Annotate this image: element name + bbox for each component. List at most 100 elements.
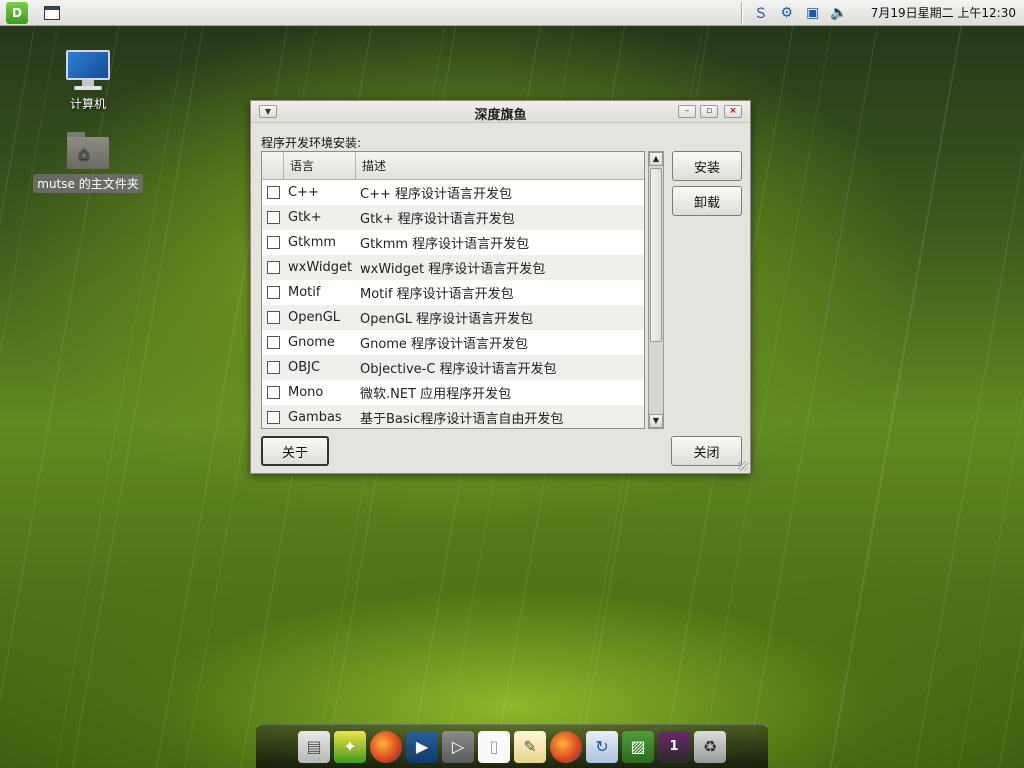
desktop-icon-home-folder[interactable]: ⌂ mutse 的主文件夹 — [28, 130, 148, 193]
row-checkbox-cell — [262, 186, 284, 199]
minimize-icon[interactable]: – — [678, 105, 696, 118]
row-language: Motif — [288, 285, 321, 300]
trash-icon[interactable]: ♻ — [694, 730, 726, 763]
scroll-down-icon[interactable]: ▼ — [649, 414, 663, 428]
maximize-icon[interactable]: ▫ — [700, 105, 718, 118]
package-table: 语言 描述 C++ C++ 程序设计语言开发包 Gtk+ Gtk+ 程序设计语言开发包… — [261, 151, 645, 429]
row-language: Gtkmm — [288, 235, 337, 250]
home-folder-icon: ⌂ — [65, 130, 111, 170]
row-description: wxWidget 程序设计语言开发包 — [360, 262, 546, 277]
row-checkbox[interactable] — [266, 336, 280, 349]
scroll-up-icon[interactable]: ▲ — [649, 152, 663, 166]
about-button[interactable]: 关于 — [261, 436, 329, 466]
row-checkbox[interactable] — [266, 211, 280, 224]
row-checkbox-cell — [262, 361, 284, 374]
row-language: Mono — [288, 385, 324, 400]
volume-icon[interactable]: 🔈 — [829, 4, 849, 22]
table-row[interactable]: OpenGL OpenGL 程序设计语言开发包 — [262, 305, 644, 330]
section-label: 程序开发环境安装: — [261, 136, 362, 150]
row-checkbox[interactable] — [266, 186, 280, 199]
table-row[interactable]: Gambas 基于Basic程序设计语言自由开发包 — [262, 405, 644, 428]
table-row[interactable]: Gtk+ Gtk+ 程序设计语言开发包 — [262, 205, 644, 230]
row-language: Gnome — [288, 335, 335, 350]
row-description: C++ 程序设计语言开发包 — [360, 187, 512, 202]
row-language: Gambas — [288, 410, 342, 425]
table-row[interactable]: OBJC Objective-C 程序设计语言开发包 — [262, 355, 644, 380]
row-description: Gtkmm 程序设计语言开发包 — [360, 237, 530, 252]
header-description[interactable]: 描述 — [356, 152, 644, 179]
table-row[interactable]: wxWidget wxWidget 程序设计语言开发包 — [262, 255, 644, 280]
files-icon[interactable]: ▤ — [298, 730, 330, 763]
dock: ▤ ✦ ▶ ▷ ▯ ✎ ↻ ▨ 1 ♻ — [256, 724, 768, 768]
row-description: Motif 程序设计语言开发包 — [360, 287, 514, 302]
computer-icon — [64, 48, 112, 92]
row-description: Gtk+ 程序设计语言开发包 — [360, 212, 515, 227]
uninstall-button[interactable]: 卸载 — [672, 186, 742, 216]
deepin-icon[interactable]: ✦ — [334, 730, 366, 763]
row-language: C++ — [288, 185, 319, 200]
skype-icon[interactable]: Ｓ — [751, 4, 771, 22]
table-row[interactable]: Motif Motif 程序设计语言开发包 — [262, 280, 644, 305]
dialog-title: 深度旗鱼 — [474, 108, 527, 123]
install-button[interactable]: 安装 — [672, 151, 742, 181]
top-panel: D Ｓ ⚙ ▣ 🔈 7月19日星期二 上午12:30 — [0, 0, 1024, 26]
row-language: OBJC — [288, 360, 321, 375]
header-checkbox-column[interactable] — [262, 152, 284, 179]
row-checkbox-cell — [262, 286, 284, 299]
desktop-icon-computer[interactable]: 计算机 — [28, 48, 148, 113]
table-row[interactable]: Gtkmm Gtkmm 程序设计语言开发包 — [262, 230, 644, 255]
header-language[interactable]: 语言 — [284, 152, 356, 179]
row-checkbox[interactable] — [266, 386, 280, 399]
scroll-thumb[interactable] — [650, 168, 662, 342]
display-icon[interactable]: ▣ — [803, 4, 823, 22]
text-editor-icon[interactable]: ✎ — [514, 730, 546, 763]
close-button[interactable]: 关闭 — [671, 436, 742, 466]
deepin-menu-icon[interactable]: D — [6, 1, 28, 24]
row-checkbox[interactable] — [266, 361, 280, 374]
workspace-icon[interactable]: 1 — [658, 730, 690, 763]
row-checkbox-cell — [262, 386, 284, 399]
row-language: wxWidget — [288, 260, 353, 275]
row-checkbox-cell — [262, 336, 284, 349]
row-description: Objective-C 程序设计语言开发包 — [360, 362, 557, 377]
row-checkbox[interactable] — [266, 261, 280, 274]
resize-grip[interactable] — [738, 461, 748, 471]
table-row[interactable]: Mono 微软.NET 应用程序开发包 — [262, 380, 644, 405]
table-body: C++ C++ 程序设计语言开发包 Gtk+ Gtk+ 程序设计语言开发包 Gtkmm G… — [262, 180, 644, 428]
row-language: OpenGL — [288, 310, 341, 325]
desktop-icon-label: mutse 的主文件夹 — [33, 174, 143, 193]
row-checkbox-cell — [262, 236, 284, 249]
row-checkbox-cell — [262, 411, 284, 424]
show-desktop-icon[interactable] — [44, 5, 60, 20]
network-icon[interactable]: ⚙ — [777, 4, 797, 22]
table-scrollbar[interactable]: ▲ ▼ — [648, 151, 664, 429]
document-icon[interactable]: ▯ — [478, 730, 510, 763]
row-checkbox[interactable] — [266, 311, 280, 324]
row-checkbox[interactable] — [266, 411, 280, 424]
firefox-icon[interactable] — [550, 730, 582, 763]
close-icon[interactable]: × — [724, 105, 742, 118]
clock[interactable]: 7月19日星期二 上午12:30 — [857, 4, 1024, 21]
row-description: 微软.NET 应用程序开发包 — [360, 387, 512, 402]
image-viewer-icon[interactable]: ▨ — [622, 730, 654, 763]
table-row[interactable]: C++ C++ 程序设计语言开发包 — [262, 180, 644, 205]
row-checkbox[interactable] — [266, 286, 280, 299]
dialog-titlebar[interactable]: ▼ 深度旗鱼 – ▫ × — [251, 101, 750, 123]
row-description: 基于Basic程序设计语言自由开发包 — [360, 412, 564, 427]
media-player-icon[interactable]: ▷ — [442, 730, 474, 763]
row-description: OpenGL 程序设计语言开发包 — [360, 312, 534, 327]
video-player-icon[interactable]: ▶ — [406, 730, 438, 763]
updater-icon[interactable]: ↻ — [586, 730, 618, 763]
row-checkbox-cell — [262, 211, 284, 224]
installer-dialog: ▼ 深度旗鱼 – ▫ × 程序开发环境安装: 语言 描述 C++ C++ 程序设计… — [250, 100, 751, 474]
row-language: Gtk+ — [288, 210, 322, 225]
row-checkbox[interactable] — [266, 236, 280, 249]
system-tray: Ｓ ⚙ ▣ 🔈 — [743, 0, 857, 25]
row-checkbox-cell — [262, 311, 284, 324]
row-description: Gnome 程序设计语言开发包 — [360, 337, 529, 352]
row-checkbox-cell — [262, 261, 284, 274]
desktop-icon-label: 计算机 — [69, 97, 106, 111]
table-row[interactable]: Gnome Gnome 程序设计语言开发包 — [262, 330, 644, 355]
table-header: 语言 描述 — [262, 152, 644, 180]
firefox-icon[interactable] — [370, 730, 402, 763]
